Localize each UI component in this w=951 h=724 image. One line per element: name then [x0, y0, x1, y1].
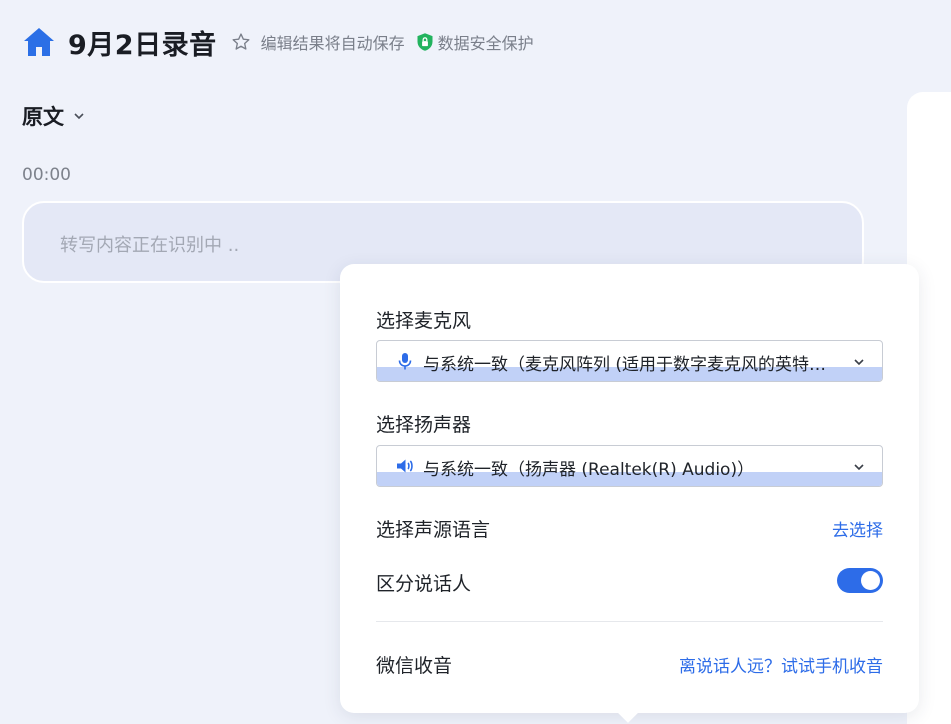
page-title[interactable]: 9月2日录音: [68, 23, 217, 62]
audio-settings-popover: 选择麦克风 与系统一致（麦克风阵列 (适用于数字麦克风的英特尔® 智音技术)） …: [340, 264, 919, 723]
mic-select[interactable]: 与系统一致（麦克风阵列 (适用于数字麦克风的英特尔® 智音技术)）: [376, 340, 883, 382]
page-header: 9月2日录音 编辑结果将自动保存 数据安全保护: [22, 23, 534, 62]
popover-arrow: [618, 703, 638, 723]
divider: [376, 621, 883, 622]
toggle-knob: [861, 571, 880, 590]
transcript-placeholder: 转写内容正在识别中 ..: [60, 235, 240, 256]
wechat-capture-label: 微信收音: [376, 655, 453, 677]
diarization-toggle[interactable]: [837, 568, 883, 593]
shield-lock-icon: [417, 33, 433, 51]
speaker-section-label: 选择扬声器: [376, 414, 472, 436]
chevron-down-icon: [854, 464, 864, 471]
speaker-select[interactable]: 与系统一致（扬声器 (Realtek(R) Audio)）: [376, 445, 883, 487]
chevron-down-icon: [74, 113, 84, 120]
view-mode-dropdown[interactable]: 原文: [22, 101, 86, 131]
security-note: 数据安全保护: [437, 34, 534, 53]
segment-timestamp: 00:00: [22, 165, 71, 185]
phone-capture-link[interactable]: 离说话人远？试试手机收音: [679, 652, 883, 677]
language-label: 选择声源语言: [376, 519, 491, 541]
mic-select-value: 与系统一致（麦克风阵列 (适用于数字麦克风的英特尔® 智音技术)）: [423, 355, 843, 375]
view-mode-label: 原文: [22, 105, 64, 129]
diarization-label: 区分说话人: [376, 573, 472, 595]
autosave-note: 编辑结果将自动保存: [260, 34, 405, 53]
speaker-select-value: 与系统一致（扬声器 (Realtek(R) Audio)）: [423, 460, 755, 480]
home-icon[interactable]: [22, 25, 56, 59]
choose-language-link[interactable]: 去选择: [832, 516, 883, 541]
speaker-icon: [397, 459, 413, 473]
chevron-down-icon: [854, 359, 864, 366]
microphone-icon: [398, 353, 412, 370]
mic-section-label: 选择麦克风: [376, 310, 472, 332]
star-icon[interactable]: [231, 32, 251, 52]
